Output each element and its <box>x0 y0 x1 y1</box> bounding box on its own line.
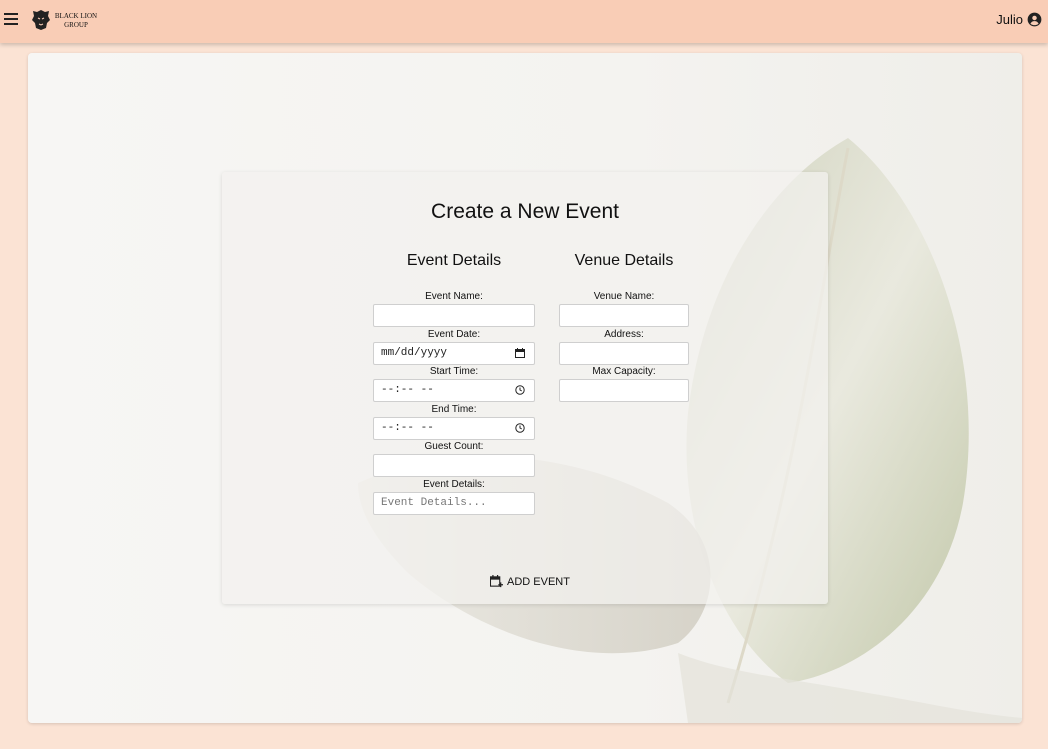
event-details-heading: Event Details <box>406 252 502 269</box>
event-name-input[interactable] <box>373 304 535 327</box>
end-time-placeholder: --:-- -- <box>381 421 434 434</box>
add-event-label: ADD EVENT <box>507 576 570 588</box>
venue-name-input[interactable] <box>559 304 689 327</box>
event-details-section: Event Details Event Name: Event Date: mm… <box>373 252 535 515</box>
account-circle-icon <box>1027 12 1042 27</box>
venue-details-heading: Venue Details <box>574 252 674 269</box>
event-details-textarea[interactable]: Event Details... <box>373 491 535 515</box>
logo-line2: GROUP <box>64 21 88 29</box>
calendar-icon[interactable] <box>515 347 525 358</box>
end-time-label: End Time: <box>431 403 477 415</box>
logo-text: BLACK LION GROUP <box>53 12 99 30</box>
create-event-panel: Create a New Event Event Details Event N… <box>222 172 828 604</box>
end-time-input[interactable]: --:-- -- <box>373 416 535 440</box>
event-date-label: Event Date: <box>427 328 481 340</box>
top-app-bar: BLACK LION GROUP Julio <box>0 0 1048 43</box>
guest-count-input[interactable] <box>373 454 535 477</box>
event-date-placeholder: mm/dd/yyyy <box>381 346 448 359</box>
clock-icon[interactable] <box>515 422 525 433</box>
max-capacity-input[interactable] <box>559 379 689 402</box>
calendar-plus-icon <box>490 575 503 588</box>
user-menu[interactable]: Julio <box>996 12 1042 27</box>
event-details-label: Event Details: <box>423 478 485 490</box>
add-event-button[interactable]: ADD EVENT <box>490 575 570 588</box>
user-name: Julio <box>996 12 1023 27</box>
venue-name-label: Venue Name: <box>593 291 655 302</box>
venue-details-section: Venue Details Venue Name: Address: Max C… <box>559 252 689 403</box>
main-card: Create a New Event Event Details Event N… <box>28 53 1022 723</box>
logo-line1: BLACK LION <box>54 12 98 20</box>
event-date-input[interactable]: mm/dd/yyyy <box>373 341 535 365</box>
event-name-label: Event Name: <box>425 291 483 302</box>
start-time-label: Start Time: <box>429 366 479 377</box>
address-input[interactable] <box>559 341 689 365</box>
address-label: Address: <box>604 328 644 340</box>
guest-count-label: Guest Count: <box>424 441 484 452</box>
clock-icon[interactable] <box>515 385 525 395</box>
menu-icon[interactable] <box>4 13 18 25</box>
start-time-placeholder: --:-- -- <box>381 384 434 396</box>
start-time-input[interactable]: --:-- -- <box>373 379 535 402</box>
page-title: Create a New Event <box>431 200 619 223</box>
max-capacity-label: Max Capacity: <box>592 366 656 377</box>
brand-logo[interactable]: BLACK LION GROUP <box>31 9 101 33</box>
lion-logo-icon <box>32 10 50 30</box>
